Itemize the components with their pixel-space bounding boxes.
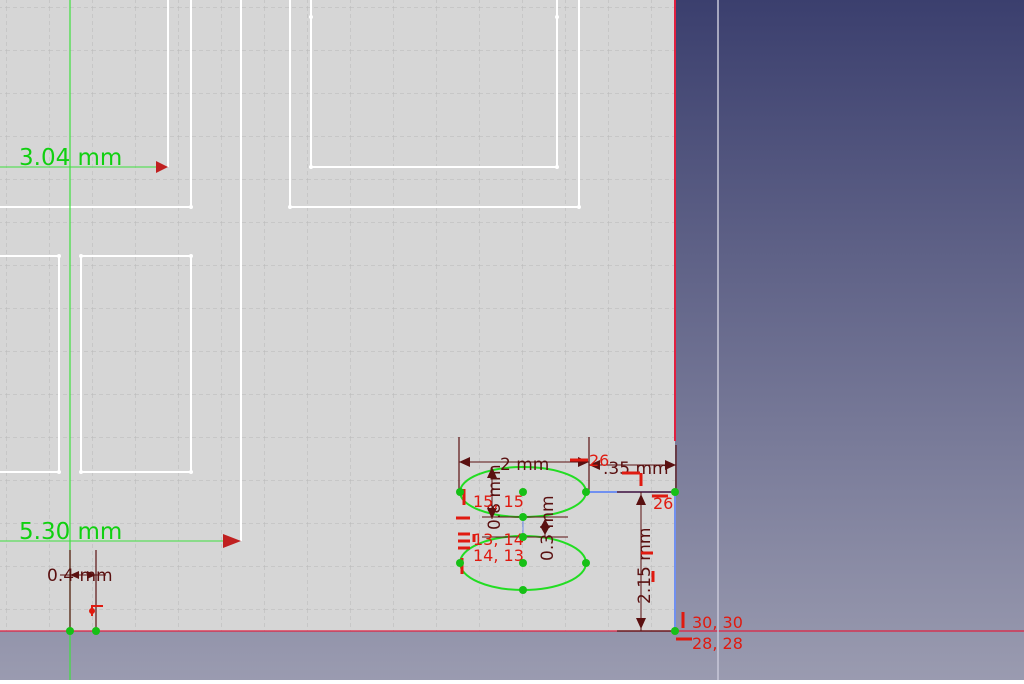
sketch-canvas[interactable]: 3.04 mm 5.30 mm 0.4 mm 2 mm .35 mm 0.8 m…: [0, 0, 1024, 680]
constraint-label: 26: [653, 494, 673, 513]
dimension-label[interactable]: 2.15 mm: [635, 528, 655, 604]
constraint-label: 28, 28: [692, 634, 743, 653]
constraint-label: 30, 30: [692, 613, 743, 632]
constraint-label: 15, 15: [473, 492, 524, 511]
dimension-label[interactable]: 3.04 mm: [19, 145, 122, 171]
dimension-label[interactable]: 5.30 mm: [19, 519, 122, 545]
dimension-label[interactable]: 2 mm: [500, 455, 549, 475]
constraint-label: 14, 13: [473, 546, 524, 565]
constraint-label: 26: [589, 451, 609, 470]
dimension-label[interactable]: .35 mm: [603, 459, 669, 479]
dimension-label[interactable]: 0.3 mm: [538, 495, 558, 561]
dimension-label[interactable]: 0.4 mm: [47, 566, 113, 586]
sketcher-3d-view[interactable]: 3.04 mm 5.30 mm 0.4 mm 2 mm .35 mm 0.8 m…: [0, 0, 1024, 680]
